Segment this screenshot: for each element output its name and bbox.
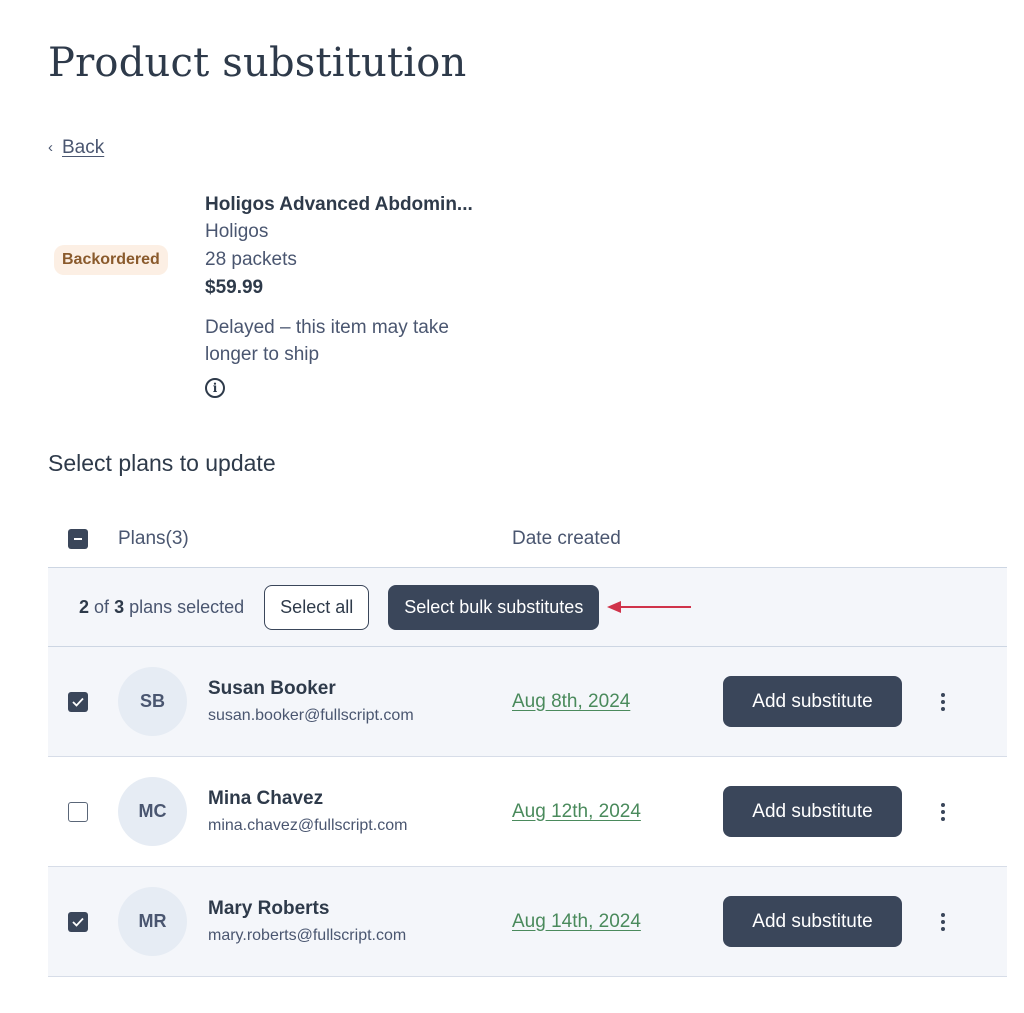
- patient-name: Mary Roberts: [208, 897, 330, 919]
- add-substitute-button[interactable]: Add substitute: [723, 786, 902, 837]
- plan-row: MR Mary Roberts mary.roberts@fullscript.…: [48, 867, 1007, 977]
- product-card: Backordered Holigos Advanced Abdomin... …: [48, 191, 495, 398]
- status-badge: Backordered: [54, 245, 168, 275]
- product-price: $59.99: [205, 277, 264, 298]
- date-created-link[interactable]: Aug 14th, 2024: [512, 911, 723, 933]
- more-options-icon[interactable]: [938, 692, 948, 711]
- avatar: MC: [118, 777, 187, 846]
- annotation-arrow-icon: [607, 601, 692, 613]
- patient-name: Susan Booker: [208, 677, 336, 699]
- patient-email: mina.chavez@fullscript.com: [208, 816, 408, 834]
- checkmark-icon: [72, 917, 84, 927]
- date-created-link[interactable]: Aug 8th, 2024: [512, 691, 723, 713]
- selection-count: 2 of 3 plans selected: [79, 596, 245, 617]
- page-title: Product substitution: [48, 40, 467, 86]
- info-icon[interactable]: i: [205, 378, 225, 398]
- plans-column-header: Plans(3): [118, 527, 189, 549]
- product-size: 28 packets: [205, 249, 297, 270]
- avatar: MR: [118, 887, 187, 956]
- more-options-icon[interactable]: [938, 802, 948, 821]
- patient-email: mary.roberts@fullscript.com: [208, 926, 407, 944]
- add-substitute-button[interactable]: Add substitute: [723, 676, 902, 727]
- chevron-left-icon: ‹: [48, 138, 53, 156]
- plan-row: SB Susan Booker susan.booker@fullscript.…: [48, 647, 1007, 757]
- row-checkbox[interactable]: [68, 691, 88, 712]
- add-substitute-button[interactable]: Add substitute: [723, 896, 902, 947]
- more-options-icon[interactable]: [938, 912, 948, 931]
- section-title: Select plans to update: [48, 450, 276, 476]
- patient-name: Mina Chavez: [208, 787, 324, 809]
- row-checkbox[interactable]: [68, 801, 88, 822]
- product-name: Holigos Advanced Abdomin...: [205, 194, 473, 215]
- row-checkbox[interactable]: [68, 911, 88, 932]
- table-header: Plans(3) Date created: [48, 510, 1007, 568]
- checkmark-icon: [72, 697, 84, 707]
- date-created-link[interactable]: Aug 12th, 2024: [512, 801, 723, 823]
- delay-message: Delayed – this item may take longer to s…: [205, 317, 449, 365]
- plans-table: Plans(3) Date created 2 of 3 plans selec…: [48, 510, 1007, 977]
- product-brand: Holigos: [205, 221, 269, 242]
- date-column-header[interactable]: Date created: [512, 528, 621, 550]
- minus-icon: [74, 537, 82, 540]
- bulk-action-bar: 2 of 3 plans selected Select all Select …: [48, 568, 1007, 647]
- back-link[interactable]: ‹ Back: [48, 137, 104, 159]
- select-all-button[interactable]: Select all: [264, 584, 370, 630]
- patient-email: susan.booker@fullscript.com: [208, 706, 414, 724]
- back-link-label: Back: [62, 137, 105, 158]
- select-bulk-substitutes-button[interactable]: Select bulk substitutes: [388, 584, 600, 630]
- plan-row: MC Mina Chavez mina.chavez@fullscript.co…: [48, 757, 1007, 867]
- select-all-checkbox[interactable]: [68, 528, 88, 549]
- avatar: SB: [118, 667, 187, 736]
